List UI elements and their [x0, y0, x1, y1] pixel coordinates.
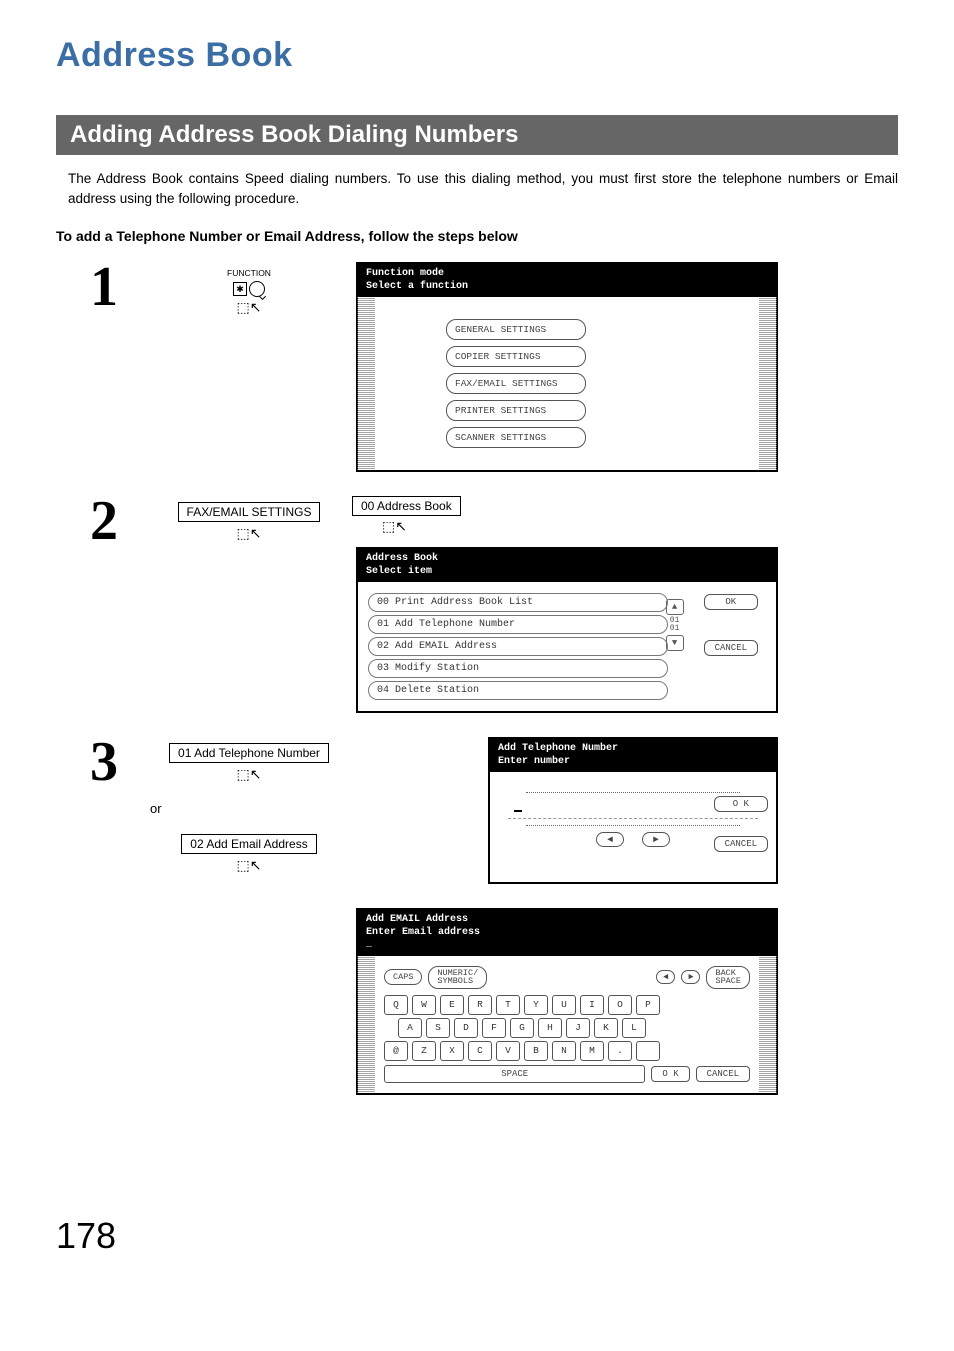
intro-text: The Address Book contains Speed dialing … — [68, 169, 898, 208]
key-A[interactable]: A — [398, 1018, 422, 1038]
screen3-title2: Enter number — [498, 756, 768, 769]
scroll-up-icon[interactable]: ▲ — [666, 599, 684, 615]
press-icon: ⬚↖ — [146, 525, 352, 542]
item-delete-station[interactable]: 04 Delete Station — [368, 681, 668, 700]
step-number: 1 — [90, 262, 146, 472]
ok-button[interactable]: OK — [704, 594, 758, 610]
press-icon: ⬚↖ — [146, 299, 352, 316]
item-modify-station[interactable]: 03 Modify Station — [368, 659, 668, 678]
key-V[interactable]: V — [496, 1041, 520, 1061]
page-title: Address Book — [56, 36, 898, 75]
item-print-list[interactable]: 00 Print Address Book List — [368, 593, 668, 612]
or-text: or — [150, 801, 352, 816]
space-key[interactable]: SPACE — [384, 1065, 645, 1083]
key-P[interactable]: P — [636, 995, 660, 1015]
btn-copier-settings[interactable]: COPIER SETTINGS — [446, 346, 586, 367]
key-L[interactable]: L — [622, 1018, 646, 1038]
item-add-email[interactable]: 02 Add EMAIL Address — [368, 637, 668, 656]
backspace-button[interactable]: BACK SPACE — [706, 966, 750, 989]
key-R[interactable]: R — [468, 995, 492, 1015]
step-3: 3 01 Add Telephone Number ⬚↖ or 02 Add E… — [90, 737, 898, 1095]
screen-address-book: Address Book Select item 00 Print Addres… — [356, 547, 778, 713]
screen3-title1: Add Telephone Number — [498, 743, 768, 756]
arrow-right-icon[interactable]: ► — [681, 970, 700, 984]
key-N[interactable]: N — [552, 1041, 576, 1061]
key-.[interactable]: . — [608, 1041, 632, 1061]
step-1: 1 FUNCTION ✱ ⬚↖ Function mode Select a f… — [90, 262, 898, 472]
key-@[interactable]: @ — [384, 1041, 408, 1061]
key-F[interactable]: F — [482, 1018, 506, 1038]
screen2-title2: Select item — [366, 566, 768, 579]
btn-scanner-settings[interactable]: SCANNER SETTINGS — [446, 427, 586, 448]
screen-add-telephone: Add Telephone Number Enter number ◄ ► O … — [488, 737, 778, 884]
numeric-symbols-button[interactable]: NUMERIC/ SYMBOLS — [428, 966, 487, 989]
step-number: 2 — [90, 496, 146, 713]
press-icon: ⬚↖ — [146, 857, 352, 874]
key-blank[interactable] — [636, 1041, 660, 1061]
btn-fax-email-settings[interactable]: FAX/EMAIL SETTINGS — [446, 373, 586, 394]
key-O[interactable]: O — [608, 995, 632, 1015]
key-U[interactable]: U — [552, 995, 576, 1015]
caps-button[interactable]: CAPS — [384, 969, 422, 985]
key-J[interactable]: J — [566, 1018, 590, 1038]
press-icon: ⬚↖ — [146, 766, 352, 783]
key-C[interactable]: C — [468, 1041, 492, 1061]
key-X[interactable]: X — [440, 1041, 464, 1061]
screen-function-mode: Function mode Select a function GENERAL … — [356, 262, 778, 472]
screen1-title2: Select a function — [366, 281, 768, 294]
screen4-title1: Add EMAIL Address — [366, 914, 768, 927]
key-H[interactable]: H — [538, 1018, 562, 1038]
btn-printer-settings[interactable]: PRINTER SETTINGS — [446, 400, 586, 421]
key-T[interactable]: T — [496, 995, 520, 1015]
screen1-title1: Function mode — [366, 268, 768, 281]
page-indicator: 01 01 — [670, 617, 680, 633]
step2-button-b: 00 Address Book — [352, 496, 461, 516]
key-K[interactable]: K — [594, 1018, 618, 1038]
key-Y[interactable]: Y — [524, 995, 548, 1015]
key-E[interactable]: E — [440, 995, 464, 1015]
sub-heading: To add a Telephone Number or Email Addre… — [56, 228, 898, 244]
step3-button-a: 01 Add Telephone Number — [169, 743, 329, 763]
cancel-button[interactable]: CANCEL — [704, 640, 758, 656]
screen-add-email: Add EMAIL Address Enter Email address _ … — [356, 908, 778, 1095]
key-W[interactable]: W — [412, 995, 436, 1015]
ok-button[interactable]: O K — [651, 1066, 689, 1082]
keyboard-row-1: QWERTYUIOP — [384, 995, 750, 1015]
page-number: 178 — [56, 1215, 898, 1257]
cancel-button[interactable]: CANCEL — [714, 836, 768, 852]
key-D[interactable]: D — [454, 1018, 478, 1038]
scroll-down-icon[interactable]: ▼ — [666, 635, 684, 651]
key-Q[interactable]: Q — [384, 995, 408, 1015]
function-label: FUNCTION — [146, 268, 352, 278]
key-M[interactable]: M — [580, 1041, 604, 1061]
keyboard-row-2: ASDFGHJKL — [398, 1018, 750, 1038]
function-button-icon: ✱ ⬚↖ — [146, 280, 352, 316]
key-I[interactable]: I — [580, 995, 604, 1015]
step-2: 2 FAX/EMAIL SETTINGS ⬚↖ 00 Address Book … — [90, 496, 898, 713]
key-G[interactable]: G — [510, 1018, 534, 1038]
section-heading: Adding Address Book Dialing Numbers — [56, 115, 898, 155]
key-S[interactable]: S — [426, 1018, 450, 1038]
screen4-title2: Enter Email address — [366, 927, 768, 940]
arrow-left-icon[interactable]: ◄ — [656, 970, 675, 984]
key-B[interactable]: B — [524, 1041, 548, 1061]
step3-button-b: 02 Add Email Address — [181, 834, 316, 854]
key-Z[interactable]: Z — [412, 1041, 436, 1061]
step2-button-a: FAX/EMAIL SETTINGS — [178, 502, 321, 522]
item-add-telephone[interactable]: 01 Add Telephone Number — [368, 615, 668, 634]
arrow-left-icon[interactable]: ◄ — [596, 832, 624, 847]
arrow-right-icon[interactable]: ► — [642, 832, 670, 847]
cancel-button[interactable]: CANCEL — [696, 1066, 750, 1082]
step-number: 3 — [90, 737, 146, 1095]
btn-general-settings[interactable]: GENERAL SETTINGS — [446, 319, 586, 340]
keyboard-row-3: @ZXCVBNM. — [384, 1041, 750, 1061]
ok-button[interactable]: O K — [714, 796, 768, 812]
screen2-title1: Address Book — [366, 553, 768, 566]
